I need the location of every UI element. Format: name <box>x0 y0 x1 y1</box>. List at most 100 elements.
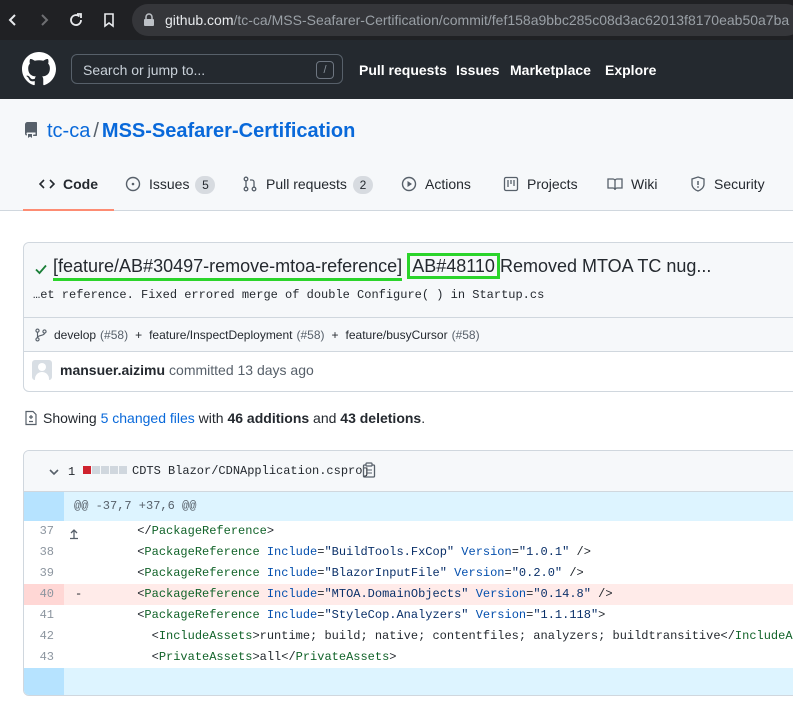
repo-separator: / <box>93 120 99 142</box>
diffstat <box>83 466 128 474</box>
copy-icon[interactable] <box>362 462 376 478</box>
tab-issues[interactable]: Issues 5 <box>125 176 216 210</box>
branch-joiner: + <box>331 328 339 342</box>
diff-line-context: 37 </PackageReference> <box>24 521 793 542</box>
repo-name-link[interactable]: MSS-Seafarer-Certification <box>102 120 355 142</box>
branch-pr-ref[interactable]: (#58) <box>297 328 325 342</box>
avatar[interactable] <box>32 360 52 380</box>
code-text: <PackageReference Include="StyleCop.Anal… <box>137 608 606 622</box>
code-text: <PackageReference Include="MTOA.DomainOb… <box>137 587 613 601</box>
github-logo-icon[interactable] <box>22 52 56 86</box>
line-number[interactable]: 43 <box>24 647 64 668</box>
check-icon[interactable] <box>33 261 49 277</box>
commit-description: …et reference. Fixed errored merge of do… <box>33 288 545 302</box>
commit-title: [feature/AB#30497-remove-mtoa-reference]… <box>53 253 712 281</box>
code-text: <IncludeAssets>runtime; build; native; c… <box>151 629 793 643</box>
issues-count-badge: 5 <box>195 176 216 194</box>
expand-down-icon <box>67 695 81 696</box>
diff-line-context: 38 <PackageReference Include="BuildTools… <box>24 542 793 563</box>
diffstat-block <box>101 466 109 474</box>
diff-line-context: 43 <PrivateAssets>all</PrivateAssets> <box>24 647 793 668</box>
shield-icon <box>691 176 705 192</box>
search-shortcut-badge: / <box>316 61 334 79</box>
commit-header: [feature/AB#30497-remove-mtoa-reference]… <box>24 243 793 318</box>
code-text: <PackageReference Include="BuildTools.Fx… <box>137 545 591 559</box>
tab-projects-label: Projects <box>527 176 578 192</box>
branch-pr-ref[interactable]: (#58) <box>452 328 480 342</box>
nav-issues[interactable]: Issues <box>456 62 500 78</box>
pull-requests-count-badge: 2 <box>352 176 373 194</box>
diff-line-context: 42 <IncludeAssets>runtime; build; native… <box>24 626 793 647</box>
tab-code[interactable]: Code <box>23 176 114 211</box>
forward-icon[interactable] <box>31 7 57 33</box>
file-name[interactable]: CDTS Blazor/CDNApplication.csproj <box>132 464 370 478</box>
author-login[interactable]: mansuer.aizimu <box>60 362 165 378</box>
summary-period: . <box>421 410 426 426</box>
repo-header: tc-ca / MSS-Seafarer-Certification Code Is… <box>0 99 793 211</box>
search-input[interactable]: Search or jump to... / <box>71 54 343 84</box>
diff-line-count: 1 <box>68 465 76 479</box>
line-number[interactable]: 37 <box>24 521 64 542</box>
nav-explore[interactable]: Explore <box>605 62 656 78</box>
expand-row <box>24 668 793 695</box>
line-number[interactable]: 42 <box>24 626 64 647</box>
line-number[interactable]: 38 <box>24 542 64 563</box>
line-number[interactable]: 41 <box>24 605 64 626</box>
pull-request-icon <box>243 176 257 192</box>
diffstat-block <box>83 466 91 474</box>
git-branch-icon <box>35 328 47 342</box>
changed-files-link[interactable]: 5 changed files <box>101 410 195 426</box>
expand-up-button[interactable] <box>24 492 79 540</box>
tab-issues-label: Issues <box>149 176 190 192</box>
diff-line-context: 41 <PackageReference Include="StyleCop.A… <box>24 605 793 626</box>
diff-line-context: 39 <PackageReference Include="BlazorInpu… <box>24 563 793 584</box>
reload-icon[interactable] <box>63 7 89 33</box>
expand-down-button[interactable] <box>24 668 64 695</box>
browser-toolbar: github.com/tc-ca/MSS-Seafarer-Certificat… <box>0 0 793 40</box>
commit-title-message: Removed MTOA TC nug... <box>499 256 712 276</box>
deletions-count: 43 deletions <box>340 410 422 426</box>
nav-pull-requests[interactable]: Pull requests <box>359 62 447 78</box>
tab-pull-requests-label: Pull requests <box>266 176 347 192</box>
code-icon <box>39 179 55 189</box>
tab-pull-requests[interactable]: Pull requests 2 <box>242 176 373 210</box>
hunk-header-row: @@ -37,7 +37,6 @@ <box>24 492 793 540</box>
commit-branches: develop (#58) + feature/InspectDeployment… <box>24 318 793 352</box>
diffstat-block <box>110 466 118 474</box>
summary-with: with <box>198 410 224 426</box>
tab-security[interactable]: Security <box>690 176 765 210</box>
tab-wiki-label: Wiki <box>631 176 658 192</box>
line-number[interactable]: 40 <box>24 584 64 605</box>
line-number[interactable]: 39 <box>24 563 64 584</box>
tab-actions[interactable]: Actions <box>401 176 471 210</box>
branch-pr-ref[interactable]: (#58) <box>100 328 128 342</box>
tab-code-label: Code <box>63 176 98 192</box>
tab-security-label: Security <box>714 176 765 192</box>
diffstat-block <box>119 466 127 474</box>
chevron-down-icon[interactable] <box>46 464 62 480</box>
tab-wiki[interactable]: Wiki <box>607 176 657 210</box>
file-header: 1 CDTS Blazor/CDNApplication.csproj <box>24 451 793 492</box>
diff-marker: - <box>75 587 83 601</box>
branch-link[interactable]: develop <box>54 328 96 342</box>
project-icon <box>503 176 519 192</box>
additions-count: 46 additions <box>227 410 310 426</box>
bookmark-icon[interactable] <box>96 7 122 33</box>
back-icon[interactable] <box>0 7 26 33</box>
hunk-header-text: @@ -37,7 +37,6 @@ <box>74 499 197 513</box>
file-diff-icon <box>25 410 37 426</box>
issue-opened-icon <box>125 176 141 192</box>
tab-projects[interactable]: Projects <box>503 176 578 210</box>
branch-link[interactable]: feature/busyCursor <box>346 328 448 342</box>
branch-link[interactable]: feature/InspectDeployment <box>149 328 292 342</box>
repo-icon <box>25 122 37 138</box>
nav-marketplace[interactable]: Marketplace <box>510 62 591 78</box>
commit-title-branch-ref[interactable]: [feature/AB#30497-remove-mtoa-reference] <box>53 256 403 281</box>
repo-owner-link[interactable]: tc-ca <box>47 120 90 142</box>
branch-joiner: + <box>135 328 143 342</box>
github-header: Search or jump to... / Pull requests Iss… <box>0 40 793 99</box>
book-icon <box>607 178 623 191</box>
address-bar[interactable]: github.com/tc-ca/MSS-Seafarer-Certificat… <box>132 4 793 36</box>
url-text: github.com/tc-ca/MSS-Seafarer-Certificat… <box>165 12 790 28</box>
commit-title-work-item[interactable]: AB#48110 <box>407 253 500 279</box>
